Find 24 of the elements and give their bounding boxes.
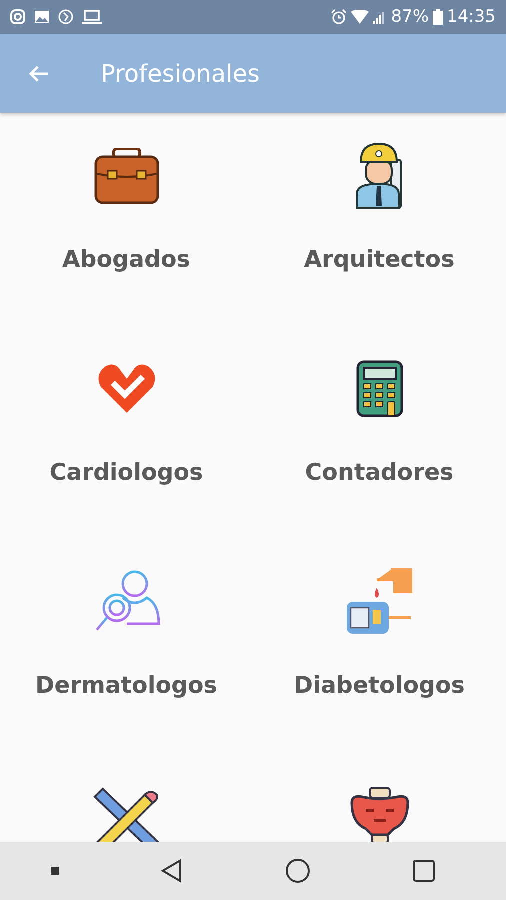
battery-percent: 87% [391,7,429,27]
heart-check-icon[interactable] [96,363,156,415]
glucose-meter-icon[interactable] [344,568,414,636]
battery-icon [433,9,443,25]
category-label[interactable]: Contadores [305,460,454,486]
category-label[interactable]: Arquitectos [304,247,455,273]
category-label[interactable]: Dermatologos [36,673,218,699]
calculator-icon[interactable] [356,360,404,418]
briefcase-icon[interactable] [94,148,160,204]
category-label[interactable]: Abogados [62,247,190,273]
wifi-icon [351,10,370,24]
engineer-icon[interactable] [354,142,404,210]
camera-icon [10,9,26,25]
category-label[interactable]: Cardiologos [50,460,204,486]
back-icon[interactable] [160,859,184,883]
recent-apps-icon[interactable] [412,859,436,883]
home-icon[interactable] [284,858,310,884]
alarm-icon [331,9,348,25]
clock-time: 14:35 [447,7,496,27]
screen-title: Profesionales [101,60,260,88]
category-label[interactable]: Diabetologos [294,673,465,699]
image-icon [34,9,50,25]
pelvis-bone-icon[interactable] [350,787,410,842]
laptop-icon [82,9,102,25]
